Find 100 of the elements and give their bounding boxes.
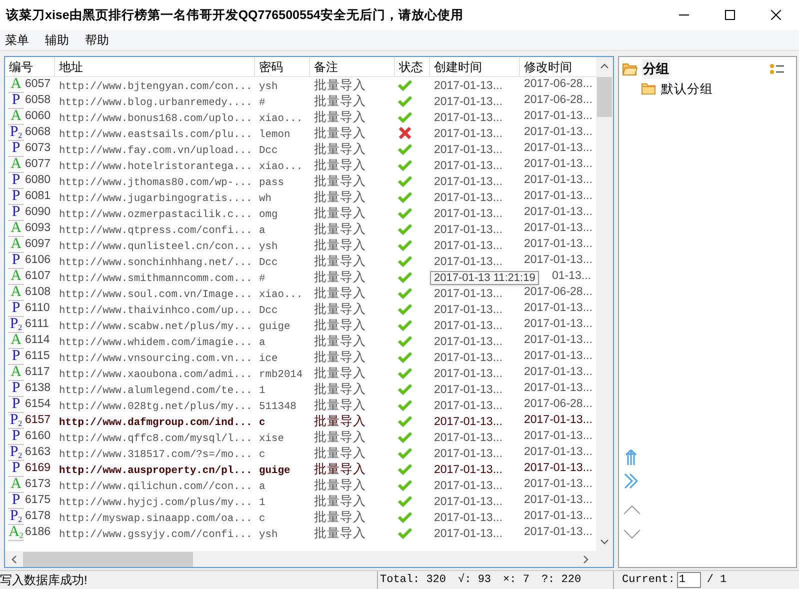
table-cell-text: 2017-01-13...	[524, 365, 592, 380]
table-cell: 批量导入	[314, 286, 366, 300]
table-cell-text: 2017-01-13...	[524, 141, 592, 156]
table-cell: xise	[259, 433, 284, 445]
column-header[interactable]: 备注	[310, 57, 395, 77]
table-cell: xiao...	[259, 113, 303, 125]
horizontal-scrollbar[interactable]	[5, 551, 613, 567]
table-cell: a	[259, 481, 266, 493]
type-badge-icon: P	[8, 142, 24, 156]
page-field[interactable]: 1	[676, 572, 701, 588]
type-badge-icon: A	[8, 158, 24, 172]
close-icon[interactable]	[771, 10, 781, 20]
table-cell-text: 2017-01-13...	[524, 221, 592, 236]
double-chevron-icon[interactable]	[623, 473, 639, 489]
table-cell: http://www.dafmgroup.com/ind...	[59, 417, 252, 429]
column-header[interactable]: 状态	[395, 57, 430, 77]
menu-item[interactable]: 帮助	[85, 31, 109, 49]
scroll-right-icon[interactable]	[583, 554, 589, 564]
table-cell: http://www.eastsails.com/plu...	[59, 129, 252, 141]
table-cell: 2017-01-13...	[434, 96, 502, 108]
table-cell-text: 2017-06-28...	[524, 397, 592, 412]
table-cell: 511348	[259, 401, 296, 413]
scroll-thumb[interactable]	[23, 552, 193, 566]
table-cell-text: 2017-01-13...	[524, 349, 592, 364]
table-cell-text: 6068	[25, 125, 51, 140]
table-cell: http://www.smithmanncomm.com...	[59, 273, 252, 285]
table-cell: 批量导入	[314, 430, 366, 444]
table-cell-text: 2017-01-13...	[524, 109, 592, 124]
type-badge-icon: P	[8, 494, 24, 508]
column-header[interactable]: 创建时间	[430, 57, 520, 77]
table-cell-text: 2017-01-13...	[524, 173, 592, 188]
table-cell: guige	[259, 321, 290, 333]
column-header[interactable]: 地址	[55, 57, 255, 77]
chevron-down-icon[interactable]	[623, 529, 641, 539]
scroll-up-icon[interactable]	[600, 63, 609, 69]
table-cell: 2017-01-13...	[434, 480, 502, 492]
table-cell-text: 6107	[25, 269, 51, 284]
table-cell: 批量导入	[314, 494, 366, 508]
table-cell: http://www.028tg.net/plus/my...	[59, 401, 252, 413]
table-cell: http://www.bjtengyan.com/con...	[59, 81, 252, 93]
type-badge-icon: P2	[8, 126, 24, 140]
type-badge-icon: A	[8, 222, 24, 236]
scroll-left-icon[interactable]	[11, 554, 17, 564]
status-message: 写入数据库成功!	[0, 572, 88, 589]
type-badge-icon: A	[8, 78, 24, 92]
table-cell: 2017-01-13...	[434, 528, 502, 540]
table-cell: 批量导入	[314, 478, 366, 492]
table-cell: 批量导入	[314, 382, 366, 396]
table-cell: 2017-01-13...	[434, 448, 502, 460]
table-cell-text: 6111	[25, 317, 49, 332]
table-cell: 批量导入	[314, 238, 366, 252]
table-cell: http://www.gssyjy.com//confi...	[59, 529, 252, 541]
column-header[interactable]: 密码	[255, 57, 310, 77]
vertical-scrollbar[interactable]	[596, 57, 613, 551]
table-cell-text: 2017-01-13...	[524, 413, 592, 428]
table-cell: omg	[259, 209, 278, 221]
list-icon[interactable]	[769, 62, 784, 75]
table-cell: http://www.qilichun.com//con...	[59, 481, 252, 493]
table-cell: 批量导入	[314, 334, 366, 348]
scroll-thumb[interactable]	[597, 77, 612, 117]
table-cell: http://www.alumlegend.com/te...	[59, 385, 252, 397]
menu-item[interactable]: 菜单	[5, 31, 29, 49]
table-cell: c	[259, 417, 266, 429]
type-badge-icon: P	[8, 462, 24, 476]
upload-arrow-icon[interactable]	[623, 449, 639, 465]
table-cell-text: 6106	[25, 253, 51, 268]
table-cell-text: 6090	[25, 205, 51, 220]
table-cell: 2017-01-13...	[434, 512, 502, 524]
type-badge-icon: A	[8, 366, 24, 380]
column-header[interactable]: 编号	[5, 57, 55, 77]
table-cell-text: 2017-01-13...	[524, 189, 592, 204]
group-item[interactable]: 分组	[642, 59, 670, 78]
scroll-down-icon[interactable]	[600, 539, 609, 545]
table-cell-text: 6093	[25, 221, 51, 236]
maximize-icon[interactable]	[725, 10, 735, 20]
group-item[interactable]: 默认分组	[661, 80, 713, 98]
table-cell-text: 6178	[25, 509, 51, 524]
table-cell-text: 6080	[25, 173, 51, 188]
current-label: Current:	[622, 572, 675, 588]
table-cell: #	[259, 97, 266, 109]
type-badge-icon: A2	[8, 526, 24, 540]
table-cell: 批量导入	[314, 510, 366, 524]
table-cell-text: 2017-01-13...	[524, 253, 592, 268]
type-badge-icon: A	[8, 110, 24, 124]
page-count: / 1	[706, 572, 727, 588]
type-badge-icon: A	[8, 270, 24, 284]
type-badge-icon: P	[8, 254, 24, 268]
table-cell: 2017-01-13...	[434, 384, 502, 396]
type-badge-icon: P	[8, 94, 24, 108]
table-cell: 2017-01-13...	[434, 224, 502, 236]
table-cell: http://www.bonus168.com/uplo...	[59, 113, 252, 125]
table-cell: 批量导入	[314, 398, 366, 412]
table-cell: 2017-01-13...	[434, 144, 502, 156]
window-title: 该菜刀xise由黑页排行榜第一名伟哥开发QQ776500554安全无后门，请放心使用	[6, 6, 464, 24]
menu-item[interactable]: 辅助	[45, 31, 69, 49]
table-cell: ysh	[259, 81, 278, 93]
table-cell-text: 2017-01-13...	[524, 509, 592, 524]
folder-icon	[641, 82, 656, 96]
table-cell: http://www.qunlisteel.cn/con...	[59, 241, 252, 253]
chevron-up-icon[interactable]	[623, 505, 641, 515]
